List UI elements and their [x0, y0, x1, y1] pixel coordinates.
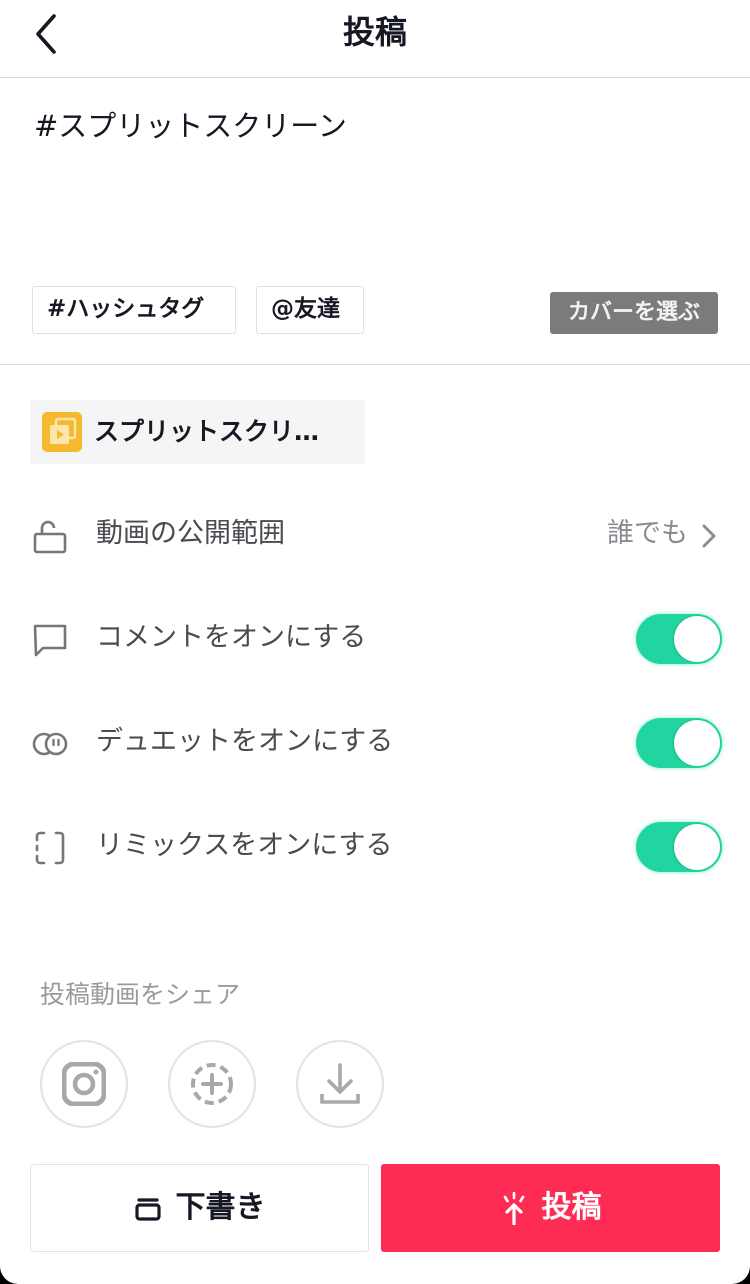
chevron-right-icon — [702, 524, 716, 548]
privacy-row[interactable]: 動画の公開範囲 誰でも — [0, 500, 750, 570]
select-cover-button[interactable]: カバーを選ぶ — [550, 292, 718, 334]
toggle-knob — [674, 824, 720, 870]
divider — [0, 364, 750, 365]
toggle-knob — [674, 720, 720, 766]
hashtag-button[interactable]: #ハッシュタグ — [32, 286, 236, 334]
mention-friend-button[interactable]: @友達 — [256, 286, 364, 334]
privacy-label: 動画の公開範囲 — [96, 518, 285, 549]
draft-icon — [134, 1198, 161, 1221]
effect-split-screen-icon — [42, 412, 82, 452]
draft-button[interactable]: 下書き — [30, 1164, 369, 1252]
draft-label: 下書き — [175, 1190, 266, 1225]
comments-label: コメントをオンにする — [96, 622, 367, 653]
share-story-button[interactable] — [168, 1040, 256, 1128]
post-button[interactable]: 投稿 — [381, 1164, 720, 1252]
add-story-icon — [191, 1063, 233, 1105]
duet-icon — [32, 732, 68, 756]
post-label: 投稿 — [541, 1190, 602, 1225]
duet-row: デュエットをオンにする — [0, 708, 750, 778]
header: 投稿 — [0, 0, 750, 78]
remix-toggle[interactable] — [636, 822, 722, 872]
comments-row: コメントをオンにする — [0, 604, 750, 674]
effect-tag[interactable]: スプリットスクリ… — [30, 400, 365, 464]
share-title: 投稿動画をシェア — [40, 980, 241, 1009]
instagram-icon — [62, 1062, 106, 1106]
page-title: 投稿 — [342, 13, 407, 51]
caption-input[interactable]: #スプリットスクリーン — [34, 108, 347, 144]
comment-icon — [33, 624, 67, 657]
upload-sparkle-icon — [503, 1191, 524, 1225]
toggle-knob — [674, 616, 720, 662]
post-button-content: 投稿 — [381, 1164, 720, 1252]
duet-label: デュエットをオンにする — [96, 726, 394, 757]
comments-toggle[interactable] — [636, 614, 722, 664]
effect-label: スプリットスクリ… — [94, 417, 320, 446]
download-icon — [320, 1063, 360, 1104]
remix-label: リミックスをオンにする — [96, 830, 393, 861]
draft-button-content: 下書き — [31, 1165, 368, 1251]
unlock-icon — [33, 520, 67, 554]
remix-row: リミックスをオンにする — [0, 812, 750, 882]
privacy-value: 誰でも — [607, 518, 688, 549]
share-instagram-button[interactable] — [40, 1040, 128, 1128]
share-save-button[interactable] — [296, 1040, 384, 1128]
duet-toggle[interactable] — [636, 718, 722, 768]
remix-icon — [35, 831, 65, 865]
post-screen: 投稿 #スプリットスクリーン #ハッシュタグ @友達 カバーを選ぶ スプリットス… — [0, 0, 750, 1284]
